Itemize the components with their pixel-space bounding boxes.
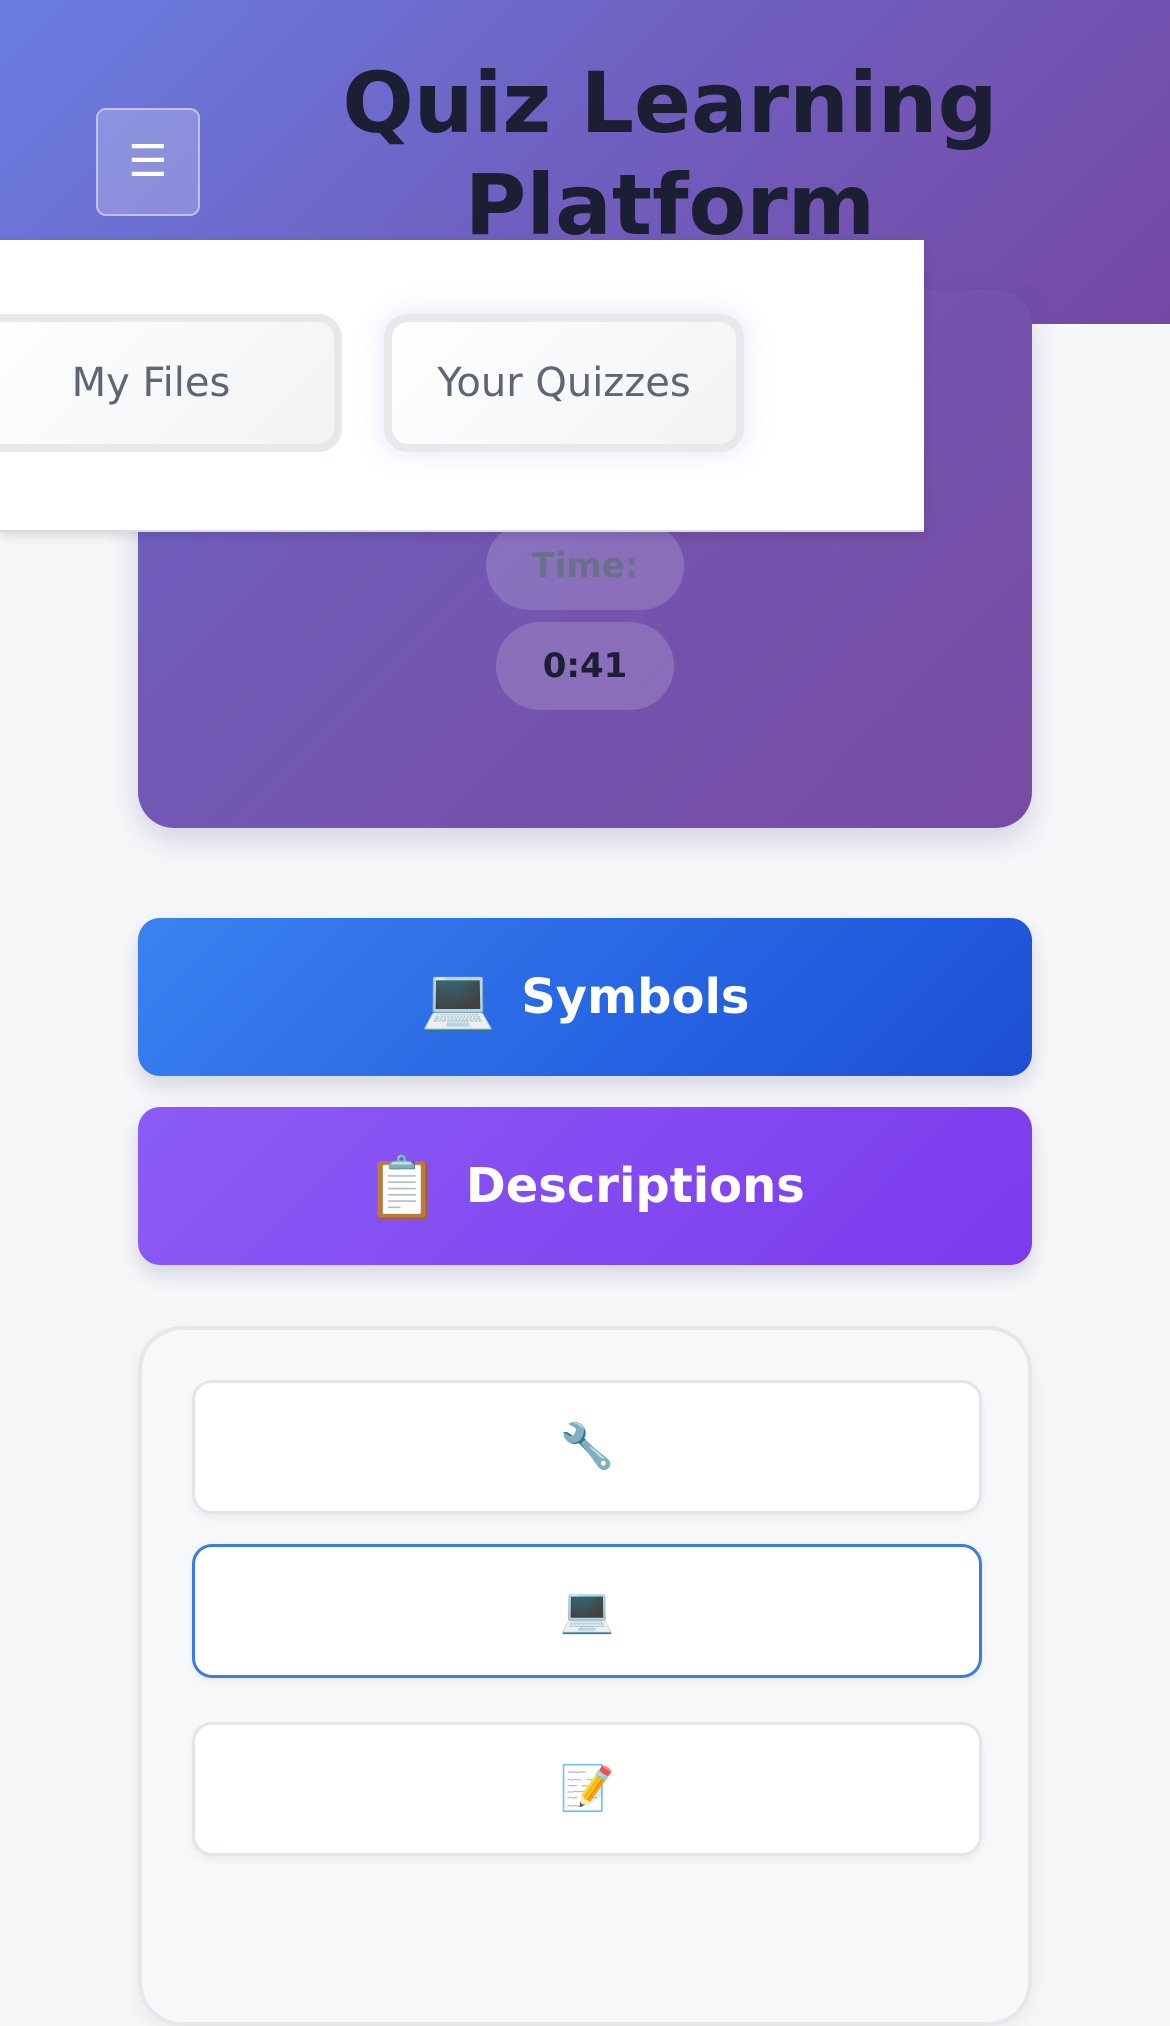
wrench-icon: 🔧 [559, 1421, 615, 1472]
app-title: Quiz Learning Platform [342, 54, 998, 254]
your-quizzes-button[interactable]: Your Quizzes [384, 314, 744, 452]
laptop-icon: 💻 [420, 964, 496, 1034]
descriptions-label: Descriptions [465, 1158, 805, 1214]
answer-panel: 🔧 💻 📝 [138, 1326, 1032, 2026]
symbols-button[interactable]: 💻 Symbols [138, 918, 1032, 1076]
descriptions-button[interactable]: 📋 Descriptions [138, 1107, 1032, 1265]
menu-button[interactable]: ☰ [96, 108, 200, 216]
timer-label: Time: [486, 522, 684, 610]
answer-option-wrench[interactable]: 🔧 [192, 1380, 982, 1514]
symbols-label: Symbols [521, 969, 750, 1025]
nav-drawer: My Files Your Quizzes [0, 240, 924, 532]
laptop-icon: 💻 [559, 1585, 615, 1636]
clipboard-icon: 📋 [365, 1153, 440, 1223]
answer-option-memo[interactable]: 📝 [192, 1722, 982, 1856]
timer-value: 0:41 [496, 622, 674, 710]
answer-option-laptop[interactable]: 💻 [192, 1544, 982, 1678]
memo-icon: 📝 [559, 1763, 615, 1814]
my-files-button[interactable]: My Files [0, 314, 342, 452]
hamburger-menu-icon: ☰ [128, 136, 168, 187]
